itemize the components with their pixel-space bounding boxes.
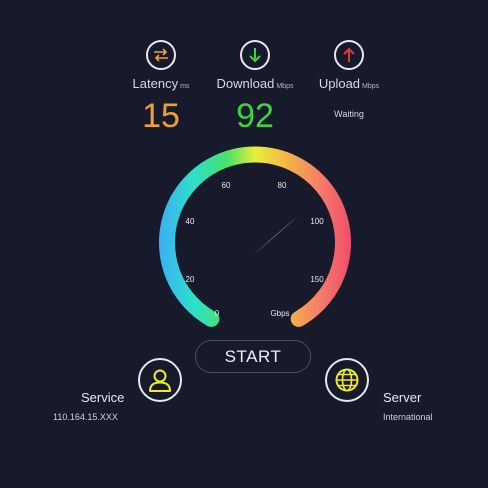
gauge-arc xyxy=(159,146,351,327)
gauge-tick: 60 xyxy=(222,181,231,190)
gauge-tick: 40 xyxy=(186,217,195,226)
service-label: Service xyxy=(81,390,125,405)
gauge-needle xyxy=(253,215,299,256)
gauge-tick: 100 xyxy=(310,217,324,226)
gauge-tick: 150 xyxy=(310,275,324,284)
service-ip: 110.164.15.XXX xyxy=(53,412,118,422)
gauge-tick: 80 xyxy=(278,181,287,190)
user-icon[interactable] xyxy=(138,358,182,402)
server-label: Server xyxy=(383,390,422,405)
gauge-unit: Gbps xyxy=(270,309,289,318)
gauge-tick: 20 xyxy=(186,275,195,284)
globe-icon[interactable] xyxy=(325,358,369,402)
server-location: International xyxy=(383,412,433,422)
start-button[interactable]: START xyxy=(195,340,311,373)
gauge-tick: 0 xyxy=(215,309,220,318)
